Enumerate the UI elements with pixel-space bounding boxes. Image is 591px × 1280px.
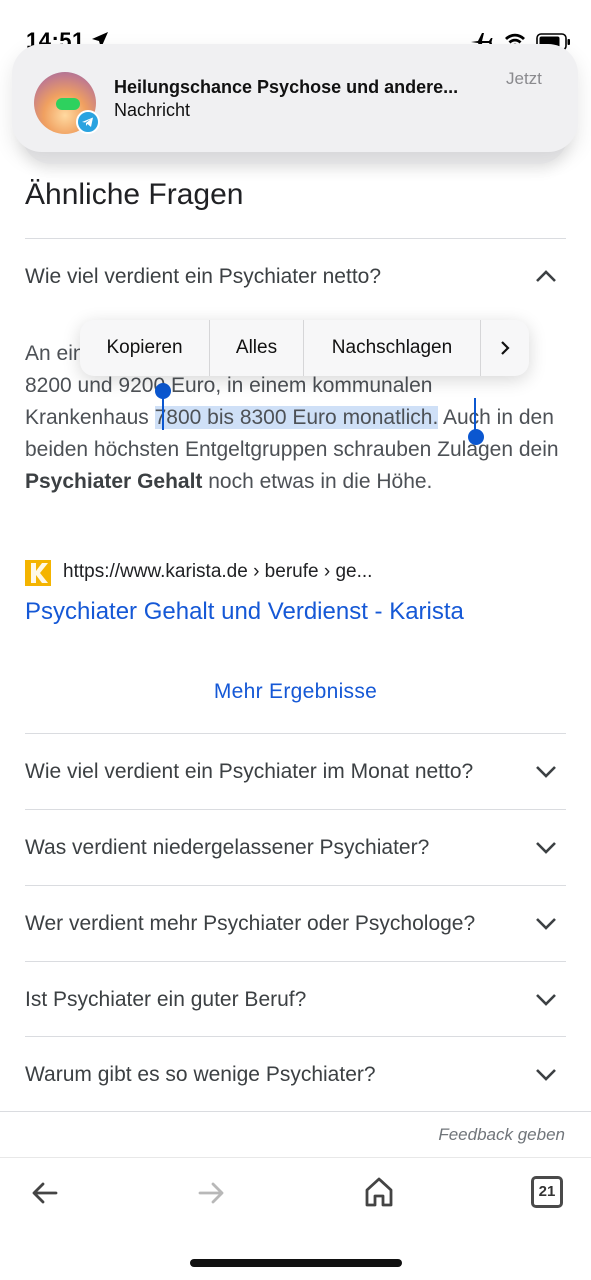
lookup-button[interactable]: Nachschlagen [304, 320, 481, 376]
home-icon[interactable] [364, 1176, 394, 1208]
divider [0, 1111, 591, 1112]
source-link[interactable]: Psychiater Gehalt und Verdienst - Karist… [25, 598, 464, 626]
notification-subtitle: Nachricht [114, 100, 191, 120]
notification-time: Jetzt [506, 69, 542, 88]
answer-line2: 8200 und 9200 Euro, in einem kommunalen [25, 374, 433, 397]
divider [25, 1036, 566, 1037]
source-url[interactable]: https://www.karista.de › berufe › ge... [63, 561, 372, 583]
tabs-count-button[interactable]: 21 [531, 1176, 563, 1208]
question-expanded[interactable]: Wie viel verdient ein Psychiater netto? [25, 240, 566, 314]
select-all-button[interactable]: Alles [210, 320, 304, 376]
selection-end-handle[interactable] [468, 429, 484, 445]
selected-text[interactable]: 7800 bis 8300 Euro monatlich. [154, 406, 439, 429]
chevron-down-icon[interactable] [535, 991, 557, 1007]
notification-banner[interactable]: Heilungschance Psychose und andere... Na… [12, 44, 578, 152]
answer-bold: Psychiater Gehalt [25, 470, 203, 493]
divider [25, 885, 566, 886]
copy-button[interactable]: Kopieren [80, 320, 210, 376]
divider [25, 961, 566, 962]
question-row[interactable]: Warum gibt es so wenige Psychiater? [25, 1038, 566, 1112]
divider [25, 809, 566, 810]
question-text: Wie viel verdient ein Psychiater im Mona… [25, 760, 474, 783]
question-text: Warum gibt es so wenige Psychiater? [25, 1063, 376, 1086]
chevron-down-icon[interactable] [535, 839, 557, 855]
answer-end: noch etwas in die Höhe. [202, 470, 433, 493]
chevron-right-icon [501, 341, 510, 355]
back-arrow-icon[interactable] [30, 1178, 60, 1208]
answer-line3-start: Krankenhaus [25, 406, 155, 429]
chevron-down-icon[interactable] [535, 915, 557, 931]
divider [25, 733, 566, 734]
section-title: Ähnliche Fragen [25, 178, 244, 211]
chevron-down-icon[interactable] [535, 763, 557, 779]
notification-title: Heilungschance Psychose und andere... [114, 77, 459, 97]
question-text: Wer verdient mehr Psychiater oder Psycho… [25, 912, 476, 935]
question-text: Wie viel verdient ein Psychiater netto? [25, 265, 382, 288]
forward-arrow-icon[interactable] [196, 1178, 226, 1208]
question-row[interactable]: Was verdient niedergelassener Psychiater… [25, 811, 566, 885]
avatar-green-label [56, 98, 80, 110]
chevron-up-icon[interactable] [535, 268, 557, 284]
answer-line1: An ein [25, 342, 85, 365]
telegram-icon [76, 110, 100, 134]
karista-logo-icon [25, 560, 51, 586]
question-row[interactable]: Wie viel verdient ein Psychiater im Mona… [25, 735, 566, 809]
more-results-button[interactable]: Mehr Ergebnisse [0, 680, 591, 704]
selection-start-handle[interactable] [155, 383, 171, 399]
text-context-menu: Kopieren Alles Nachschlagen [80, 320, 529, 376]
question-row[interactable]: Ist Psychiater ein guter Beruf? [25, 963, 566, 1037]
more-options-button[interactable] [481, 320, 529, 376]
question-text: Was verdient niedergelassener Psychiater… [25, 836, 430, 859]
question-row[interactable]: Wer verdient mehr Psychiater oder Psycho… [25, 887, 566, 961]
question-text: Ist Psychiater ein guter Beruf? [25, 988, 307, 1011]
selection-start-bar [162, 398, 164, 430]
divider [25, 238, 566, 239]
home-indicator[interactable] [190, 1259, 402, 1267]
feedback-link[interactable]: Feedback geben [438, 1125, 565, 1145]
chevron-down-icon[interactable] [535, 1066, 557, 1082]
